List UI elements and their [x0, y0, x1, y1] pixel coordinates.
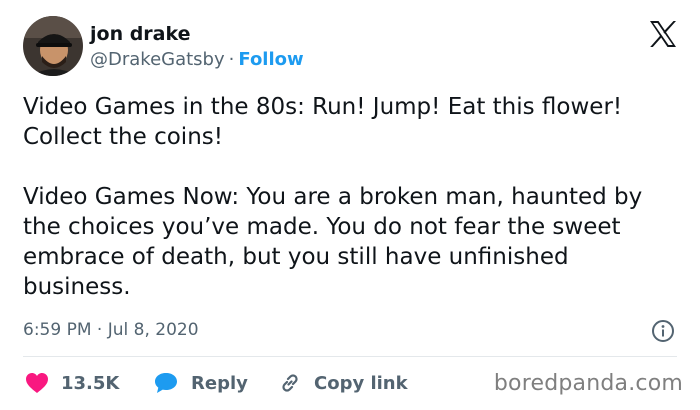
like-button[interactable]: 13.5K	[25, 368, 119, 398]
info-icon[interactable]	[651, 319, 675, 343]
divider	[23, 356, 677, 357]
copy-link-label: Copy link	[314, 372, 408, 394]
tweet-body: Video Games in the 80s: Run! Jump! Eat t…	[23, 92, 683, 302]
like-count: 13.5K	[61, 372, 120, 394]
tweet-timestamp[interactable]: 6:59 PM · Jul 8, 2020	[23, 320, 199, 340]
copy-link-button[interactable]: Copy link	[278, 368, 408, 398]
tweet-card: jon drake @DrakeGatsby · Follow Video Game…	[0, 0, 700, 410]
follow-button[interactable]: Follow	[238, 49, 303, 70]
reply-button[interactable]: Reply	[153, 368, 248, 398]
x-logo-icon[interactable]	[648, 19, 678, 49]
link-icon	[282, 374, 298, 392]
tweet-paragraph: Video Games Now: You are a broken man, h…	[23, 184, 643, 300]
watermark: boredpanda.com	[493, 371, 683, 396]
tweet-paragraph: Video Games in the 80s: Run! Jump! Eat t…	[23, 94, 623, 150]
separator-dot: ·	[228, 49, 235, 70]
tweet-header: jon drake @DrakeGatsby · Follow	[23, 16, 678, 78]
heart-icon	[26, 373, 48, 393]
avatar[interactable]	[23, 16, 83, 76]
handle-row: @DrakeGatsby · Follow	[90, 49, 570, 71]
author-handle[interactable]: @DrakeGatsby	[90, 49, 225, 70]
timestamp-row: 6:59 PM · Jul 8, 2020	[23, 318, 675, 342]
reply-label: Reply	[191, 372, 248, 394]
author-block: jon drake @DrakeGatsby · Follow	[90, 22, 570, 71]
author-display-name[interactable]: jon drake	[90, 22, 570, 46]
reply-bubble-icon	[155, 373, 177, 393]
action-bar: 13.5K Reply Copy link	[25, 368, 485, 398]
